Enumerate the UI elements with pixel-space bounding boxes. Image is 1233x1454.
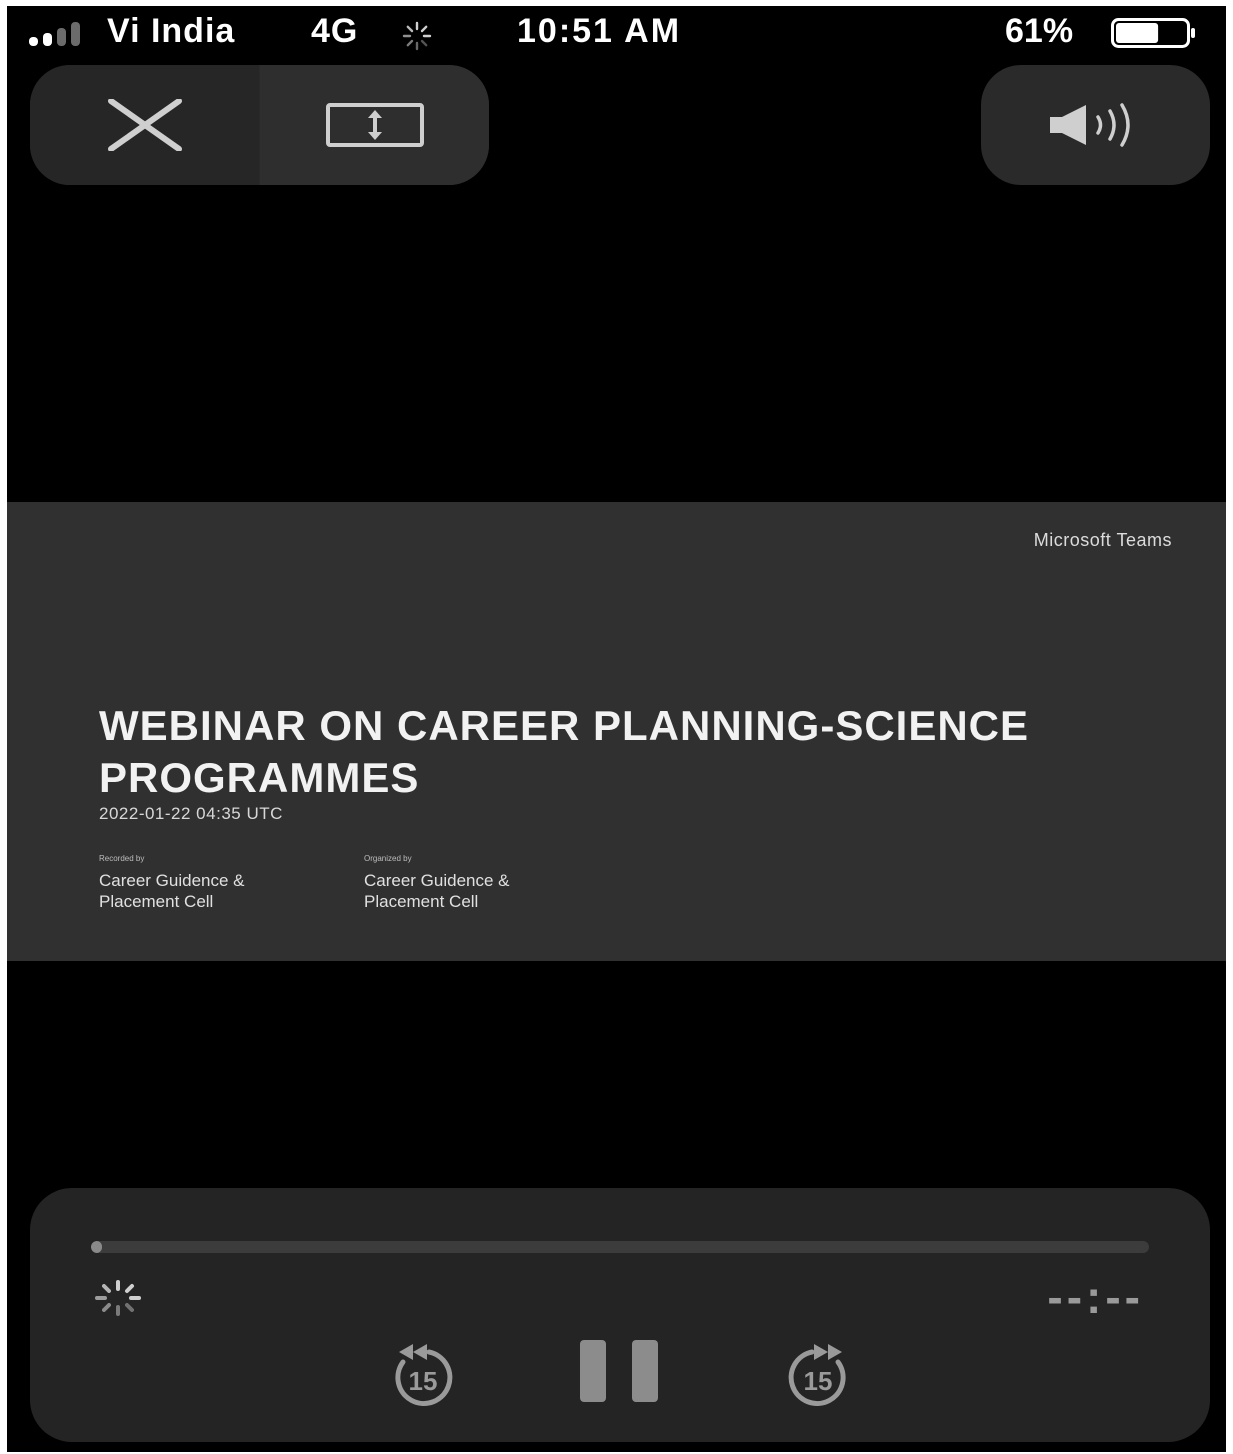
skip-back-button[interactable]: 15 — [383, 1340, 463, 1406]
organized-by-label: Organized by — [364, 854, 412, 863]
recorded-by-label: Recorded by — [99, 854, 145, 863]
skip-forward-seconds: 15 — [804, 1366, 833, 1396]
slide-date: 2022-01-22 04:35 UTC — [99, 804, 283, 823]
skip-back-15-icon: 15 — [395, 1344, 453, 1406]
signal-strength-icon — [29, 22, 99, 46]
slide-title: WEBINAR ON CAREER PLANNING-SCIENCE PROGR… — [99, 702, 1030, 801]
progress-scrubber[interactable] — [91, 1241, 1149, 1253]
recorded-by-block: Recorded by Career Guidence & Placement … — [99, 854, 329, 912]
aspect-resize-icon — [325, 103, 424, 147]
pause-button[interactable] — [580, 1340, 660, 1402]
status-bar: Vi India 4G 10:51 AM 61% — [7, 6, 1226, 62]
loading-spinner-icon — [95, 1280, 141, 1316]
time-remaining: --:-- — [1047, 1271, 1144, 1323]
activity-spinner-icon — [402, 21, 432, 51]
close-icon — [107, 99, 182, 151]
status-clock: 10:51 AM — [517, 12, 682, 50]
playback-controls-panel: --:-- 15 15 — [30, 1188, 1210, 1442]
skip-forward-button[interactable]: 15 — [778, 1340, 858, 1406]
pause-bar-right — [632, 1340, 658, 1402]
video-player-screen: Vi India 4G 10:51 AM 61% Microsoft Teams… — [7, 6, 1226, 1452]
network-type: 4G — [311, 12, 359, 50]
speaker-volume-icon — [1049, 103, 1130, 147]
volume-button[interactable] — [981, 65, 1210, 185]
skip-back-seconds: 15 — [409, 1366, 438, 1396]
battery-icon — [1111, 18, 1195, 48]
organized-by-value: Career Guidence & Placement Cell — [364, 871, 510, 911]
pause-bar-left — [580, 1340, 606, 1402]
skip-forward-15-icon: 15 — [788, 1344, 846, 1406]
aspect-resize-button[interactable] — [260, 65, 489, 185]
carrier-name: Vi India — [107, 12, 236, 50]
close-button[interactable] — [30, 65, 259, 185]
organized-by-block: Organized by Career Guidence & Placement… — [364, 854, 594, 912]
progress-fill — [91, 1241, 102, 1253]
battery-percentage: 61% — [1005, 12, 1074, 50]
teams-watermark: Microsoft Teams — [1033, 530, 1172, 550]
video-frame[interactable]: Microsoft Teams WEBINAR ON CAREER PLANNI… — [7, 502, 1226, 961]
top-controls-group — [30, 65, 489, 185]
recorded-by-value: Career Guidence & Placement Cell — [99, 871, 245, 911]
